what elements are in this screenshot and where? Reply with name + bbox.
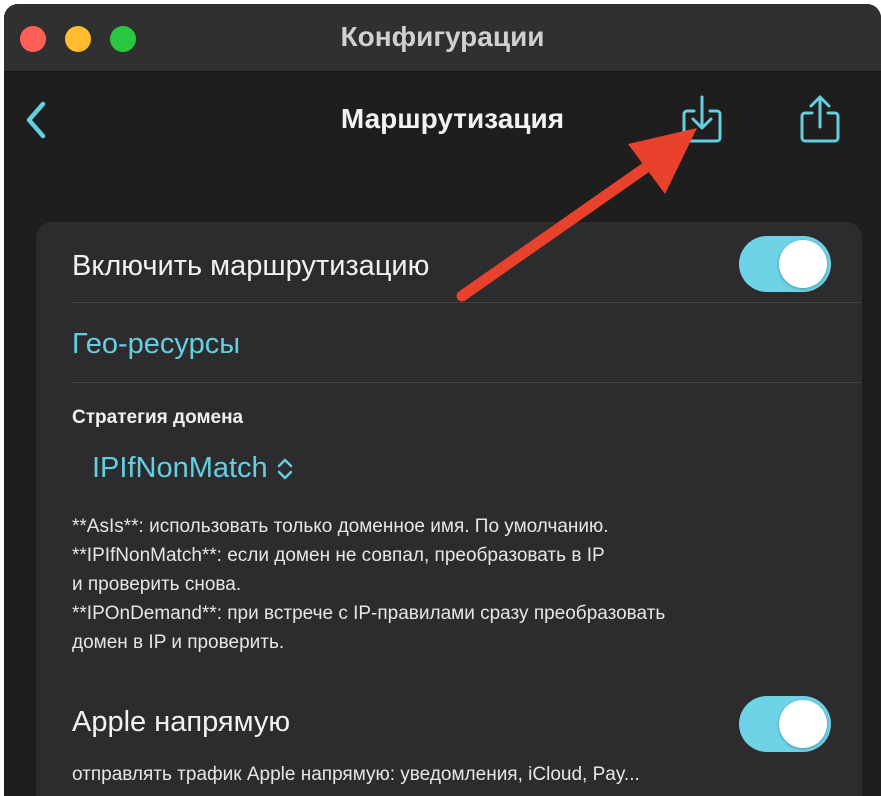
description-line: **IPOnDemand**: при встрече с IP-правила… — [72, 603, 666, 624]
toggle-knob — [779, 240, 827, 288]
description-line: домен в IP и проверить. — [72, 632, 285, 653]
description-line: **AsIs**: использовать только доменное и… — [72, 516, 609, 537]
domain-strategy-description: **AsIs**: использовать только доменное и… — [72, 512, 852, 657]
import-button[interactable] — [678, 91, 726, 147]
app-window: Конфигурации Маршрутизация Включить марш… — [4, 4, 881, 796]
up-down-chevron-icon — [276, 456, 294, 482]
share-button[interactable] — [796, 91, 844, 147]
enable-routing-toggle[interactable] — [739, 236, 831, 292]
navigation-bar: Маршрутизация — [4, 73, 881, 173]
divider — [72, 382, 862, 383]
domain-strategy-value: IPIfNonMatch — [92, 452, 268, 484]
divider — [72, 302, 862, 303]
description-line: и проверить снова. — [72, 574, 242, 595]
share-icon — [800, 95, 840, 143]
geo-resources-link[interactable]: Гео-ресурсы — [72, 328, 240, 361]
domain-strategy-label: Стратегия домена — [72, 407, 244, 428]
page-title: Маршрутизация — [340, 103, 565, 134]
title-bar: Конфигурации — [4, 4, 881, 72]
domain-strategy-picker[interactable]: IPIfNonMatch — [92, 452, 294, 485]
apple-direct-toggle[interactable] — [739, 696, 831, 752]
enable-routing-label: Включить маршрутизацию — [72, 250, 430, 282]
description-line: **IPIfNonMatch**: если домен не совпал, … — [72, 545, 605, 566]
apple-direct-label: Apple напрямую — [72, 706, 291, 738]
download-tray-icon — [682, 95, 722, 143]
toggle-knob — [779, 700, 827, 748]
window-title: Конфигурации — [340, 21, 545, 52]
routing-settings-card: Включить маршрутизацию Гео-ресурсы Страт… — [36, 222, 862, 796]
apple-direct-description: отправлять трафик Apple напрямую: уведом… — [72, 764, 640, 785]
